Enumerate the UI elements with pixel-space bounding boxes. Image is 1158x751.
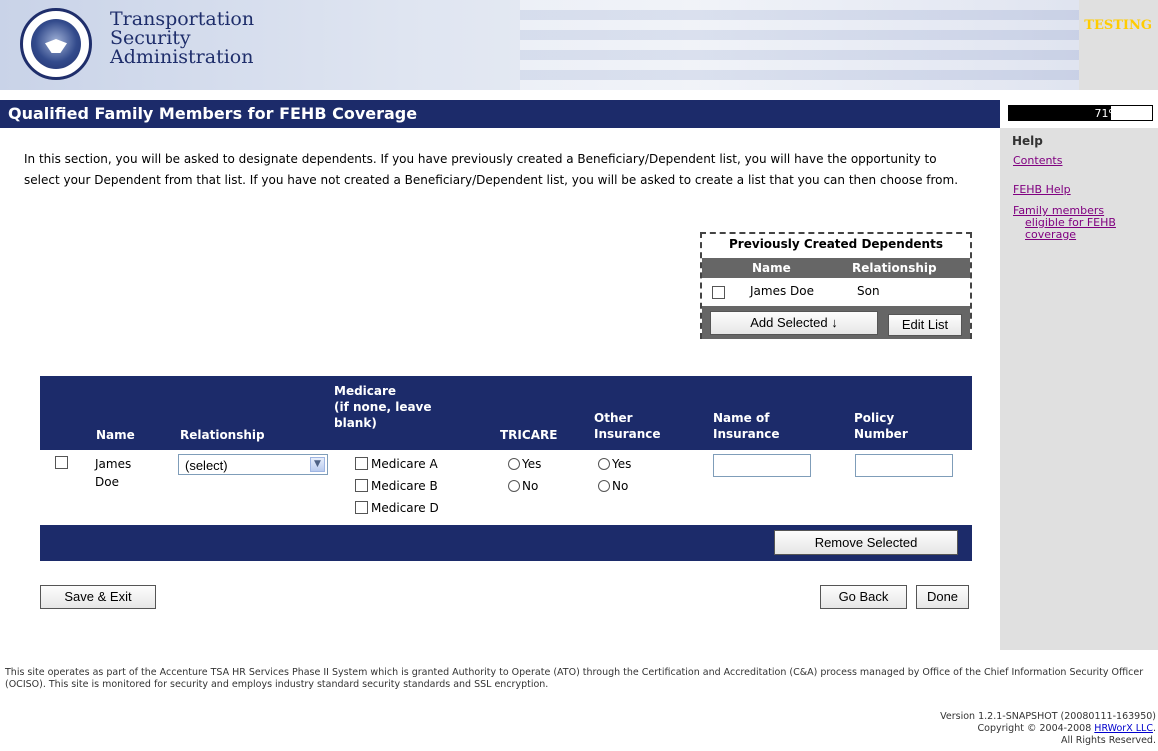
tricare-no-option[interactable]: No — [508, 479, 538, 493]
save-exit-button[interactable]: Save & Exit — [40, 585, 156, 609]
other-insurance-yes-label: Yes — [612, 457, 632, 471]
relationship-select-value: (select) — [185, 458, 228, 473]
column-header-name: Name — [752, 261, 791, 275]
footer-disclaimer: This site operates as part of the Accent… — [5, 667, 1144, 690]
header-banner: Transportation Security Administration T… — [0, 0, 1158, 90]
help-link-contents[interactable]: Contents — [1013, 154, 1062, 167]
header-policy-number: Policy Number — [854, 410, 908, 442]
row-select-checkbox[interactable] — [55, 456, 68, 469]
family-members-table-header: Name Relationship Medicare (if none, lea… — [40, 376, 972, 450]
dhs-seal-logo — [20, 8, 92, 80]
member-name: James Doe — [95, 455, 155, 491]
header-tricare: TRICARE — [500, 428, 558, 442]
column-header-relationship: Relationship — [852, 261, 937, 275]
previous-dependents-actions: Add Selected ↓ Edit List — [702, 306, 970, 339]
previous-dependents-panel: Previously Created Dependents Name Relat… — [700, 232, 972, 339]
help-title: Help — [1012, 134, 1043, 148]
copyright-prefix: Copyright © 2004-2008 — [977, 723, 1095, 734]
header-policy-line: Policy — [854, 411, 895, 425]
version-info: Version 1.2.1-SNAPSHOT (20080111-163950)… — [940, 711, 1156, 747]
relationship-select[interactable]: (select) ▼ — [178, 454, 328, 475]
medicare-b-label: Medicare B — [371, 479, 438, 493]
tricare-no-radio[interactable] — [508, 480, 520, 492]
member-name-line: Doe — [95, 475, 119, 489]
medicare-a-checkbox[interactable] — [355, 457, 368, 470]
dependent-relationship: Son — [857, 284, 880, 298]
other-insurance-no-radio[interactable] — [598, 480, 610, 492]
previous-dependents-header: Name Relationship — [702, 258, 970, 278]
header-medicare: Medicare (if none, leave blank) — [334, 383, 432, 431]
medicare-a-label: Medicare A — [371, 457, 438, 471]
tricare-no-label: No — [522, 479, 539, 493]
help-link-fehb[interactable]: FEHB Help — [1013, 183, 1071, 196]
other-insurance-no-label: No — [612, 479, 629, 493]
header-other-insurance: Other Insurance — [594, 410, 661, 442]
header-policy-line: Number — [854, 427, 908, 441]
flag-stripes — [520, 0, 1080, 90]
other-insurance-no-option[interactable]: No — [598, 479, 628, 493]
header-other-line: Other — [594, 411, 633, 425]
header-medicare-line: (if none, leave — [334, 400, 432, 414]
insurance-name-input[interactable] — [713, 454, 811, 477]
copyright-suffix: . — [1152, 723, 1156, 734]
progress-bar: 71% — [1008, 105, 1153, 121]
medicare-d-option[interactable]: Medicare D — [355, 501, 439, 515]
table-footer: Remove Selected — [40, 525, 972, 561]
other-insurance-yes-option[interactable]: Yes — [598, 457, 631, 471]
progress-label: 71% — [1094, 107, 1119, 120]
environment-badge: TESTING — [1084, 18, 1152, 33]
page-title: Qualified Family Members for FEHB Covera… — [8, 104, 418, 123]
chevron-down-icon[interactable]: ▼ — [310, 457, 325, 472]
version-text: Version 1.2.1-SNAPSHOT (20080111-163950) — [940, 711, 1156, 722]
tricare-yes-radio[interactable] — [508, 458, 520, 470]
dependent-row: James Doe Son — [702, 280, 970, 304]
go-back-button[interactable]: Go Back — [820, 585, 907, 609]
medicare-b-checkbox[interactable] — [355, 479, 368, 492]
header-insurance-line: Name of — [713, 411, 770, 425]
header-name: Name — [96, 428, 135, 442]
medicare-a-option[interactable]: Medicare A — [355, 457, 438, 471]
copyright-text: Copyright © 2004-2008 HRWorX LLC. — [940, 723, 1156, 735]
policy-number-input[interactable] — [855, 454, 953, 477]
title-bar: Qualified Family Members for FEHB Covera… — [0, 100, 1000, 128]
other-insurance-yes-radio[interactable] — [598, 458, 610, 470]
done-button[interactable]: Done — [916, 585, 969, 609]
previous-dependents-title: Previously Created Dependents — [729, 237, 943, 251]
header-other-line: Insurance — [594, 427, 661, 441]
help-link-line[interactable]: coverage — [1013, 229, 1133, 241]
header-relationship: Relationship — [180, 428, 265, 442]
help-sidebar: Help Contents FEHB Help Family members e… — [1000, 128, 1158, 650]
remove-selected-button[interactable]: Remove Selected — [774, 530, 958, 555]
rights-text: All Rights Reserved. — [1060, 735, 1156, 746]
member-name-line: James — [95, 457, 132, 471]
header-insurance-name: Name of Insurance — [713, 410, 780, 442]
header-medicare-line: blank) — [334, 416, 377, 430]
hrworx-link[interactable]: HRWorX LLC — [1094, 723, 1153, 734]
agency-line: Administration — [110, 46, 254, 68]
medicare-b-option[interactable]: Medicare B — [355, 479, 438, 493]
edit-list-button[interactable]: Edit List — [888, 314, 962, 336]
eagle-icon — [45, 39, 67, 53]
medicare-d-checkbox[interactable] — [355, 501, 368, 514]
tricare-yes-option[interactable]: Yes — [508, 457, 541, 471]
header-medicare-line: Medicare — [334, 384, 397, 398]
add-selected-button[interactable]: Add Selected ↓ — [710, 311, 878, 335]
dependent-name: James Doe — [750, 284, 814, 298]
environment-panel: TESTING — [1079, 0, 1158, 90]
help-link-family-members[interactable]: Family members eligible for FEHB coverag… — [1013, 205, 1133, 241]
header-insurance-line: Insurance — [713, 427, 780, 441]
tricare-yes-label: Yes — [522, 457, 542, 471]
intro-text: In this section, you will be asked to de… — [24, 152, 959, 187]
dependent-checkbox[interactable] — [712, 286, 725, 299]
medicare-d-label: Medicare D — [371, 501, 439, 515]
agency-name: Transportation Security Administration — [110, 10, 254, 67]
